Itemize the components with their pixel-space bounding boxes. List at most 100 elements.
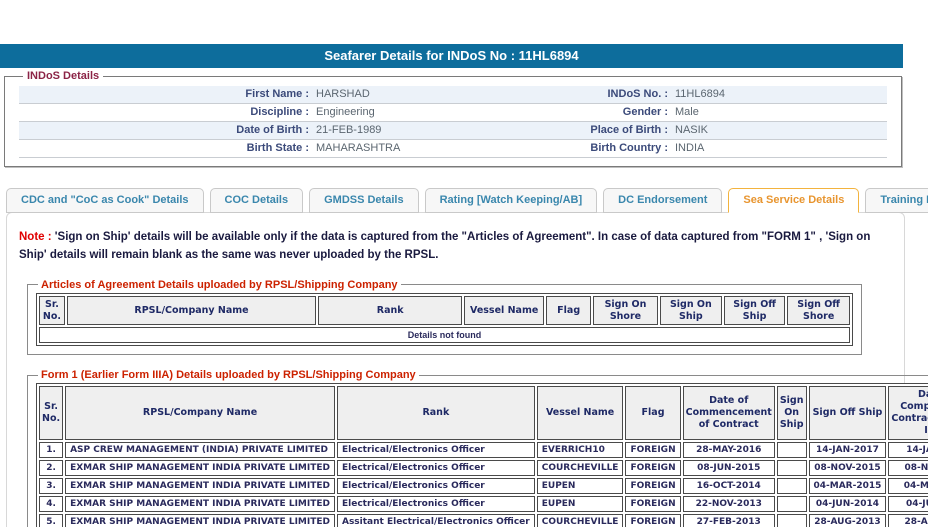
cell-flag: FOREIGN (625, 514, 680, 527)
table-row: 2. EXMAR SHIP MANAGEMENT INDIA PRIVATE L… (39, 460, 928, 476)
cell-commencement: 22-NOV-2013 (683, 496, 775, 512)
indos-details-fieldset: INDoS Details First Name : HARSHAD INDoS… (4, 70, 902, 167)
birth-country-label: Birth Country : (453, 140, 668, 157)
indos-details-legend: INDoS Details (23, 70, 103, 82)
cell-flag: FOREIGN (625, 442, 680, 458)
col-vessel: Vessel Name (537, 386, 624, 440)
discipline-field: Discipline : Engineering (19, 104, 453, 121)
table-row: 5. EXMAR SHIP MANAGEMENT INDIA PRIVATE L… (39, 514, 928, 527)
cell-flag: FOREIGN (625, 460, 680, 476)
cell-vessel: COURCHEVILLE (537, 514, 624, 527)
cell-rank: Electrical/Electronics Officer (337, 442, 535, 458)
indos-row: Discipline : Engineering Gender : Male (19, 104, 887, 122)
cell-commencement: 16-OCT-2014 (683, 478, 775, 494)
cell-flag: FOREIGN (625, 478, 680, 494)
gender-value: Male (668, 104, 699, 121)
articles-of-agreement-fieldset: Articles of Agreement Details uploaded b… (27, 279, 862, 356)
cell-sign-on-ship (777, 478, 807, 494)
table-row: 4. EXMAR SHIP MANAGEMENT INDIA PRIVATE L… (39, 496, 928, 512)
table-row: 3. EXMAR SHIP MANAGEMENT INDIA PRIVATE L… (39, 478, 928, 494)
cell-sign-off-ship: 08-NOV-2015 (809, 460, 887, 476)
col-flag: Flag (625, 386, 680, 440)
cell-completion: 08-NOV-2015 (888, 460, 928, 476)
col-sign-off-ship: Sign Off Ship (809, 386, 887, 440)
date-of-birth-value: 21-FEB-1989 (309, 122, 381, 139)
tab-gmdss-details[interactable]: GMDSS Details (309, 188, 418, 213)
birth-state-label: Birth State : (19, 140, 309, 157)
gender-label: Gender : (453, 104, 668, 121)
cell-company: EXMAR SHIP MANAGEMENT INDIA PRIVATE LIMI… (65, 514, 335, 527)
cell-sign-on-ship (777, 442, 807, 458)
gender-field: Gender : Male (453, 104, 887, 121)
form1-legend: Form 1 (Earlier Form IIIA) Details uploa… (38, 369, 419, 381)
cell-sr-no: 4. (39, 496, 63, 512)
tab-rating-watch-keeping-ab[interactable]: Rating [Watch Keeping/AB] (425, 188, 598, 213)
tab-cdc-coc-as-cook-details[interactable]: CDC and "CoC as Cook" Details (6, 188, 204, 213)
form1-table: Sr. No. RPSL/Company Name Rank Vessel Na… (36, 383, 928, 527)
cell-company: EXMAR SHIP MANAGEMENT INDIA PRIVATE LIMI… (65, 460, 335, 476)
col-sign-on-shore: Sign On Shore (593, 296, 658, 326)
table-header-row: Sr. No. RPSL/Company Name Rank Vessel Na… (39, 386, 928, 440)
indos-row: Birth State : MAHARASHTRA Birth Country … (19, 140, 887, 158)
col-sign-on-ship: Sign On Ship (777, 386, 807, 440)
page-title: Seafarer Details for INDoS No : 11HL6894 (0, 44, 903, 68)
cell-flag: FOREIGN (625, 496, 680, 512)
cell-rank: Assitant Electrical/Electronics Officer (337, 514, 535, 527)
cell-commencement: 28-MAY-2016 (683, 442, 775, 458)
cell-sign-off-ship: 28-AUG-2013 (809, 514, 887, 527)
discipline-label: Discipline : (19, 104, 309, 121)
col-company: RPSL/Company Name (67, 296, 316, 326)
date-of-birth-label: Date of Birth : (19, 122, 309, 139)
place-of-birth-label: Place of Birth : (453, 122, 668, 139)
cell-company: ASP CREW MANAGEMENT (INDIA) PRIVATE LIMI… (65, 442, 335, 458)
col-commencement: Date of Commencement of Contract (683, 386, 775, 440)
table-row: 1. ASP CREW MANAGEMENT (INDIA) PRIVATE L… (39, 442, 928, 458)
first-name-field: First Name : HARSHAD (19, 86, 453, 103)
birth-state-value: MAHARASHTRA (309, 140, 400, 157)
birth-country-value: INDIA (668, 140, 704, 157)
cell-sr-no: 2. (39, 460, 63, 476)
empty-row: Details not found (39, 327, 850, 343)
details-not-found-message: Details not found (39, 327, 850, 343)
indos-no-value: 11HL6894 (668, 86, 725, 103)
birth-country-field: Birth Country : INDIA (453, 140, 887, 157)
col-completion: Date of Completion of Contract/Arriving … (888, 386, 928, 440)
cell-rank: Electrical/Electronics Officer (337, 460, 535, 476)
col-sign-off-shore: Sign Off Shore (787, 296, 850, 326)
first-name-value: HARSHAD (309, 86, 370, 103)
birth-state-field: Birth State : MAHARASHTRA (19, 140, 453, 157)
cell-vessel: EVERRICH10 (537, 442, 624, 458)
indos-row: Date of Birth : 21-FEB-1989 Place of Bir… (19, 122, 887, 140)
form1-fieldset: Form 1 (Earlier Form IIIA) Details uploa… (27, 369, 928, 527)
indos-no-field: INDoS No. : 11HL6894 (453, 86, 887, 103)
tab-training-details[interactable]: Training Details (865, 188, 928, 213)
cell-completion: 04-MAR-2015 (888, 478, 928, 494)
col-sr-no: Sr. No. (39, 296, 65, 326)
cell-completion: 28-AUG-2013 (888, 514, 928, 527)
note-body: 'Sign on Ship' details will be available… (19, 231, 870, 261)
cell-sign-on-ship (777, 496, 807, 512)
note-prefix: Note : (19, 231, 52, 243)
tab-bar: CDC and "CoC as Cook" Details COC Detail… (6, 188, 928, 213)
indos-row: First Name : HARSHAD INDoS No. : 11HL689… (19, 86, 887, 104)
cell-company: EXMAR SHIP MANAGEMENT INDIA PRIVATE LIMI… (65, 478, 335, 494)
articles-of-agreement-table: Sr. No. RPSL/Company Name Rank Vessel Na… (36, 293, 853, 347)
note-text: Note : 'Sign on Ship' details will be av… (19, 229, 892, 265)
col-rank: Rank (337, 386, 535, 440)
tab-dc-endorsement[interactable]: DC Endorsement (603, 188, 722, 213)
cell-sr-no: 5. (39, 514, 63, 527)
tab-coc-details[interactable]: COC Details (210, 188, 304, 213)
cell-sr-no: 1. (39, 442, 63, 458)
cell-completion: 14-JAN-2017 (888, 442, 928, 458)
cell-sr-no: 3. (39, 478, 63, 494)
cell-sign-off-ship: 14-JAN-2017 (809, 442, 887, 458)
cell-sign-off-ship: 04-MAR-2015 (809, 478, 887, 494)
cell-sign-on-ship (777, 514, 807, 527)
indos-no-label: INDoS No. : (453, 86, 668, 103)
discipline-value: Engineering (309, 104, 375, 121)
cell-sign-off-ship: 04-JUN-2014 (809, 496, 887, 512)
cell-rank: Electrical/Electronics Officer (337, 478, 535, 494)
articles-of-agreement-legend: Articles of Agreement Details uploaded b… (38, 279, 401, 291)
tab-sea-service-details[interactable]: Sea Service Details (728, 188, 859, 213)
cell-sign-on-ship (777, 460, 807, 476)
